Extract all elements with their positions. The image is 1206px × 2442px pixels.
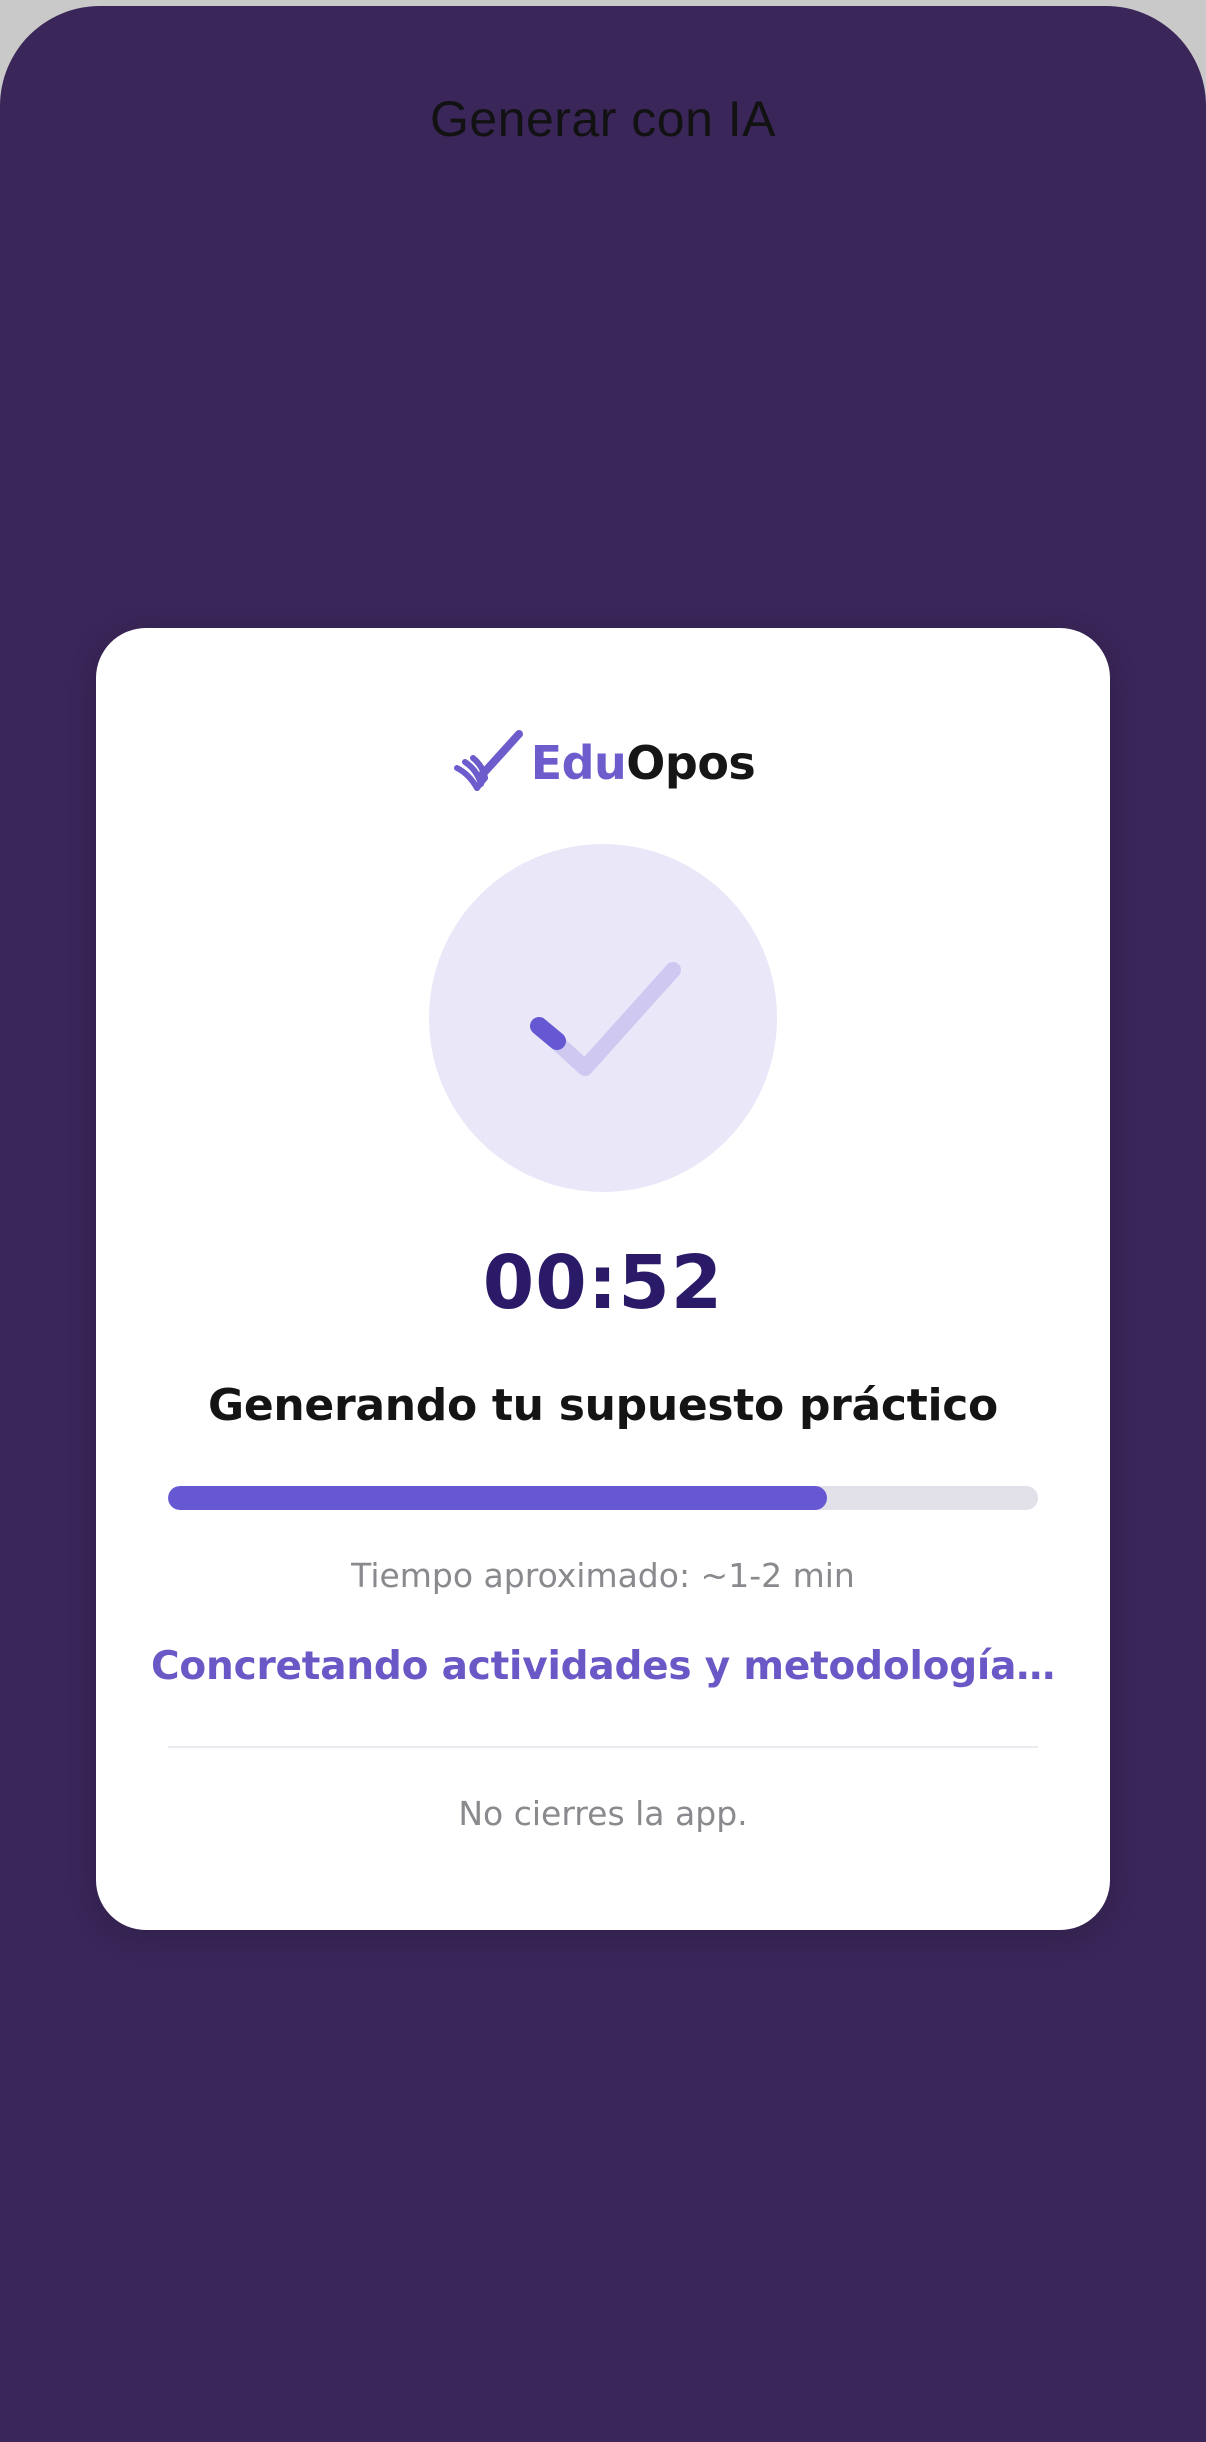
estimated-time: Tiempo aproximado: ~1-2 min [351, 1556, 855, 1595]
do-not-close-notice: No cierres la app. [458, 1794, 748, 1833]
status-circle [429, 844, 777, 1192]
progress-bar-fill [168, 1486, 827, 1510]
elapsed-timer: 00:52 [482, 1240, 724, 1326]
generation-progress-card: EduOpos 00:52 Generando tu supuesto prác… [96, 628, 1110, 1930]
status-title: Generando tu supuesto práctico [208, 1380, 998, 1431]
logo-wordmark: EduOpos [531, 740, 756, 786]
checkmark-icon [530, 962, 681, 1076]
divider [168, 1746, 1038, 1748]
logo-text-opos: Opos [626, 736, 756, 790]
page-title: Generar con IA [429, 91, 777, 147]
checkmark-book-logo-icon [453, 730, 523, 791]
app-screen: Generar con IA EduOpos 00:52 Generando t… [0, 6, 1206, 2442]
current-step: Concretando actividades y metodología… [150, 1644, 1056, 1689]
progress-bar [168, 1486, 1038, 1510]
logo-text-edu: Edu [530, 736, 627, 790]
eduopos-logo: EduOpos [96, 728, 1110, 798]
